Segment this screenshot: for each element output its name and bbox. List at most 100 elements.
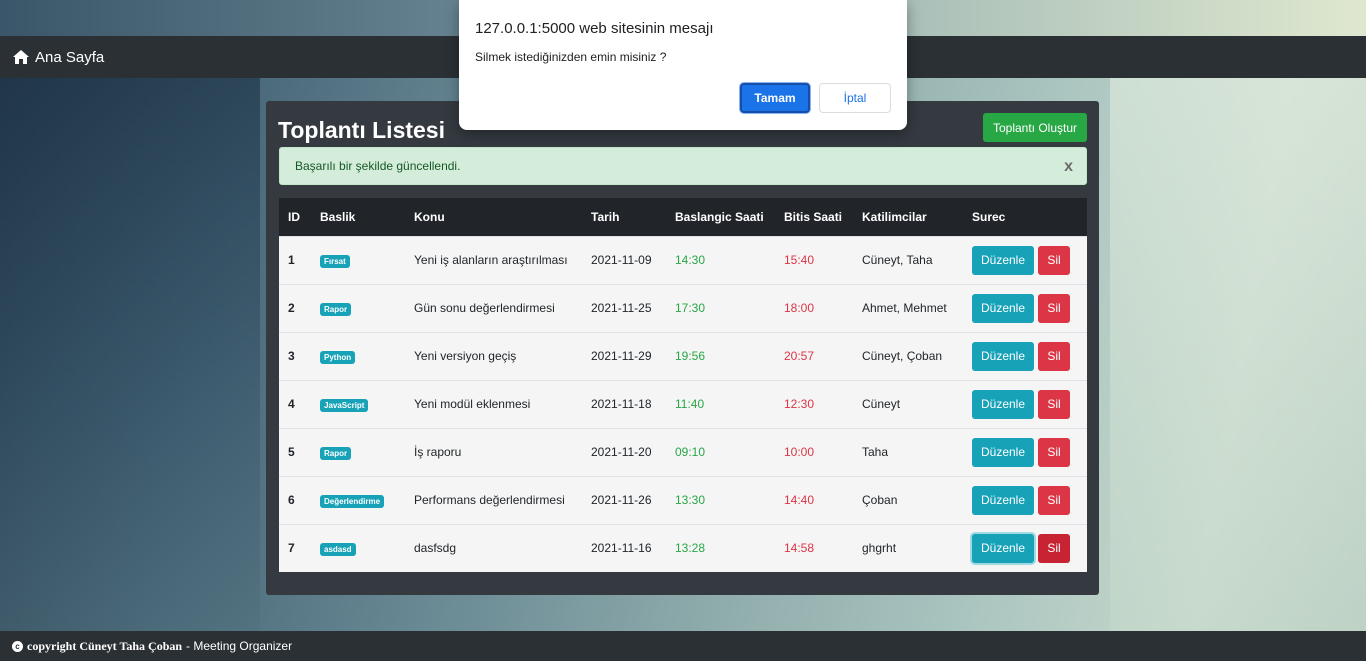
alert-message: Başarılı bir şekilde güncellendi. (295, 159, 461, 173)
cell-actions: Düzenle Sil (963, 475, 1087, 524)
cell-actions: Düzenle Sil (963, 331, 1087, 380)
edit-button[interactable]: Düzenle (972, 341, 1034, 371)
cell-id: 7 (279, 523, 311, 572)
cell-start-time: 17:30 (666, 283, 775, 332)
edit-button[interactable]: Düzenle (972, 389, 1034, 419)
cell-date: 2021-11-25 (582, 283, 666, 332)
cell-topic: İş raporu (405, 427, 582, 476)
dialog-ok-button[interactable]: Tamam (740, 83, 810, 113)
create-meeting-button[interactable]: Toplantı Oluştur (983, 113, 1087, 142)
cell-id: 5 (279, 427, 311, 476)
home-icon (13, 50, 29, 64)
cell-topic: Yeni iş alanların araştırılması (405, 235, 582, 284)
cell-topic: Yeni modül eklenmesi (405, 379, 582, 428)
tag-badge: Python (320, 350, 356, 364)
tag-badge: Fırsat (320, 254, 350, 268)
edit-button[interactable]: Düzenle (972, 245, 1034, 275)
cell-tag: asdasd (311, 523, 405, 572)
header-id: ID (279, 198, 311, 236)
cell-date: 2021-11-29 (582, 331, 666, 380)
footer: c copyright Cüneyt Taha Çoban - Meeting … (0, 631, 1366, 661)
cell-date: 2021-11-26 (582, 475, 666, 524)
edit-button[interactable]: Düzenle (972, 437, 1034, 467)
cell-end-time: 14:40 (775, 475, 853, 524)
tag-badge: Rapor (320, 446, 352, 460)
tag-badge: asdasd (320, 542, 356, 556)
edit-button[interactable]: Düzenle (972, 485, 1034, 515)
alert-close-button[interactable]: x (1064, 158, 1073, 176)
cell-tag: Değerlendirme (311, 475, 405, 524)
cell-id: 4 (279, 379, 311, 428)
delete-button[interactable]: Sil (1038, 485, 1070, 515)
footer-suffix: - Meeting Organizer (186, 639, 293, 653)
cell-id: 1 (279, 235, 311, 284)
cell-start-time: 13:28 (666, 523, 775, 572)
confirm-dialog: 127.0.0.1:5000 web sitesinin mesajı Silm… (459, 0, 907, 130)
delete-button[interactable]: Sil (1038, 341, 1070, 371)
cell-topic: Performans değerlendirmesi (405, 475, 582, 524)
cell-end-time: 15:40 (775, 235, 853, 284)
edit-button[interactable]: Düzenle (972, 533, 1034, 563)
cell-actions: Düzenle Sil (963, 283, 1087, 332)
meeting-panel: Toplantı Listesi Toplantı Oluştur Başarı… (266, 101, 1099, 595)
footer-author: copyright Cüneyt Taha Çoban (27, 638, 183, 653)
cell-tag: JavaScript (311, 379, 405, 428)
cell-participants: Taha (853, 427, 963, 476)
table-row: 4 JavaScript Yeni modül eklenmesi 2021-11-1… (279, 379, 1087, 428)
cell-topic: Gün sonu değerlendirmesi (405, 283, 582, 332)
cell-participants: Çoban (853, 475, 963, 524)
cell-tag: Python (311, 331, 405, 380)
success-alert: Başarılı bir şekilde güncellendi. x (279, 147, 1087, 185)
cell-end-time: 20:57 (775, 331, 853, 380)
delete-button[interactable]: Sil (1038, 437, 1070, 467)
header-baslangic: Baslangic Saati (666, 198, 775, 236)
cell-participants: Cüneyt (853, 379, 963, 428)
delete-button[interactable]: Sil (1038, 293, 1070, 323)
home-link[interactable]: Ana Sayfa (12, 49, 104, 66)
delete-button[interactable]: Sil (1038, 533, 1070, 563)
cell-topic: Yeni versiyon geçiş (405, 331, 582, 380)
table-row: 1 Fırsat Yeni iş alanların araştırılması 20… (279, 235, 1087, 284)
table-row: 3 Python Yeni versiyon geçiş 2021-11-29 19:5… (279, 331, 1087, 380)
delete-button[interactable]: Sil (1038, 245, 1070, 275)
cell-participants: Cüneyt, Taha (853, 235, 963, 284)
background-right-light (1110, 78, 1366, 638)
cell-tag: Rapor (311, 283, 405, 332)
cell-actions: Düzenle Sil (963, 379, 1087, 428)
cell-end-time: 14:58 (775, 523, 853, 572)
page-title: Toplantı Listesi (278, 117, 445, 143)
dialog-message: Silmek istediğinizden emin misiniz ? (475, 50, 667, 64)
background-left-shade (0, 78, 260, 638)
header-katilimcilar: Katilimcilar (853, 198, 963, 236)
dialog-cancel-button[interactable]: İptal (819, 83, 891, 113)
tag-badge: Değerlendirme (320, 494, 385, 508)
header-konu: Konu (405, 198, 582, 236)
cell-date: 2021-11-18 (582, 379, 666, 428)
cell-start-time: 11:40 (666, 379, 775, 428)
cell-topic: dasfsdg (405, 523, 582, 572)
tag-badge: JavaScript (320, 398, 369, 412)
table-header-row: ID Baslik Konu Tarih Baslangic Saati Bit… (279, 198, 1087, 236)
cell-participants: ghgrht (853, 523, 963, 572)
cell-start-time: 09:10 (666, 427, 775, 476)
cell-date: 2021-11-09 (582, 235, 666, 284)
delete-button[interactable]: Sil (1038, 389, 1070, 419)
header-tarih: Tarih (582, 198, 666, 236)
table-row: 2 Rapor Gün sonu değerlendirmesi 2021-11-25… (279, 283, 1087, 332)
cell-id: 3 (279, 331, 311, 380)
cell-start-time: 14:30 (666, 235, 775, 284)
cell-date: 2021-11-20 (582, 427, 666, 476)
cell-participants: Ahmet, Mehmet (853, 283, 963, 332)
cell-start-time: 19:56 (666, 331, 775, 380)
edit-button[interactable]: Düzenle (972, 293, 1034, 323)
cell-end-time: 12:30 (775, 379, 853, 428)
header-surec: Surec (963, 198, 1087, 236)
cell-end-time: 18:00 (775, 283, 853, 332)
cell-actions: Düzenle Sil (963, 235, 1087, 284)
table-row: 7 asdasd dasfsdg 2021-11-16 13:28 14:58 ghgrht… (279, 523, 1087, 572)
cell-actions: Düzenle Sil (963, 523, 1087, 572)
home-label: Ana Sayfa (35, 48, 105, 66)
cell-tag: Fırsat (311, 235, 405, 284)
table-row: 6 Değerlendirme Performans değerlendirmesi… (279, 475, 1087, 524)
cell-start-time: 13:30 (666, 475, 775, 524)
